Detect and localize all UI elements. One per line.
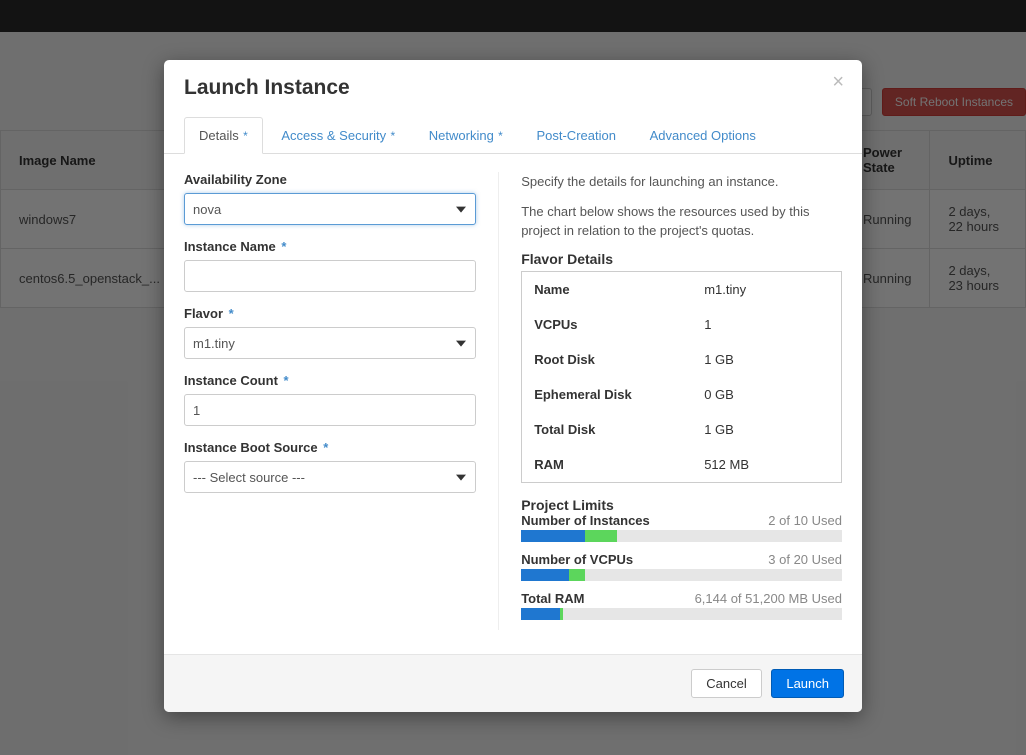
flavor-details-heading: Flavor Details: [521, 251, 842, 267]
info-column: Specify the details for launching an ins…: [498, 172, 842, 630]
bar-added: [585, 530, 617, 542]
flavor-row-vcpus: VCPUs1: [522, 307, 841, 342]
required-icon: *: [387, 129, 395, 143]
limit-instances: Number of Instances2 of 10 Used: [521, 513, 842, 542]
bar-used: [521, 569, 569, 581]
flavor-select[interactable]: m1.tiny: [184, 327, 476, 359]
launch-instance-modal: Launch Instance × Details * Access & Sec…: [164, 60, 862, 712]
limit-ram: Total RAM6,144 of 51,200 MB Used: [521, 591, 842, 620]
tab-post-label: Post-Creation: [536, 128, 615, 143]
tab-access-label: Access & Security: [281, 128, 386, 143]
tab-details-label: Details: [199, 128, 239, 143]
cancel-button[interactable]: Cancel: [691, 669, 761, 698]
tab-advanced-label: Advanced Options: [650, 128, 756, 143]
form-column: Availability Zone nova Instance Name * F…: [184, 172, 476, 630]
boot-source-select[interactable]: --- Select source ---: [184, 461, 476, 493]
launch-button[interactable]: Launch: [771, 669, 844, 698]
bar-added: [560, 608, 563, 620]
flavor-label: Flavor *: [184, 306, 476, 321]
help-text-1: Specify the details for launching an ins…: [521, 172, 842, 192]
bar-used: [521, 608, 559, 620]
flavor-details-table: Namem1.tiny VCPUs1 Root Disk1 GB Ephemer…: [521, 271, 842, 483]
instance-count-label: Instance Count *: [184, 373, 476, 388]
tab-advanced-options[interactable]: Advanced Options: [635, 117, 771, 153]
tab-post-creation[interactable]: Post-Creation: [521, 117, 630, 153]
project-limits-heading: Project Limits: [521, 497, 842, 513]
modal-body: Availability Zone nova Instance Name * F…: [164, 154, 862, 654]
flavor-row-rootdisk: Root Disk1 GB: [522, 342, 841, 377]
limit-ram-bar: [521, 608, 842, 620]
instance-name-label: Instance Name *: [184, 239, 476, 254]
boot-source-label: Instance Boot Source *: [184, 440, 476, 455]
bar-used: [521, 530, 585, 542]
modal-overlay[interactable]: Launch Instance × Details * Access & Sec…: [0, 0, 1026, 755]
modal-header: Launch Instance ×: [164, 60, 862, 110]
flavor-row-totaldisk: Total Disk1 GB: [522, 412, 841, 447]
bar-added: [569, 569, 585, 581]
tab-details[interactable]: Details *: [184, 117, 263, 154]
required-icon: *: [495, 129, 503, 143]
instance-name-field[interactable]: [184, 260, 476, 292]
tab-networking[interactable]: Networking *: [414, 117, 518, 153]
availability-zone-select[interactable]: nova: [184, 193, 476, 225]
flavor-row-ephdisk: Ephemeral Disk0 GB: [522, 377, 841, 412]
close-icon[interactable]: ×: [832, 72, 844, 92]
limit-vcpus-bar: [521, 569, 842, 581]
required-icon: *: [240, 129, 248, 143]
modal-title: Launch Instance: [184, 76, 842, 100]
flavor-row-name: Namem1.tiny: [522, 272, 841, 307]
modal-tabs: Details * Access & Security * Networking…: [164, 116, 862, 154]
help-text-2: The chart below shows the resources used…: [521, 202, 842, 241]
tab-networking-label: Networking: [429, 128, 494, 143]
instance-count-field[interactable]: [184, 394, 476, 426]
modal-footer: Cancel Launch: [164, 654, 862, 712]
limit-vcpus: Number of VCPUs3 of 20 Used: [521, 552, 842, 581]
availability-zone-label: Availability Zone: [184, 172, 476, 187]
limit-instances-bar: [521, 530, 842, 542]
tab-access-security[interactable]: Access & Security *: [266, 117, 410, 153]
flavor-row-ram: RAM512 MB: [522, 447, 841, 482]
